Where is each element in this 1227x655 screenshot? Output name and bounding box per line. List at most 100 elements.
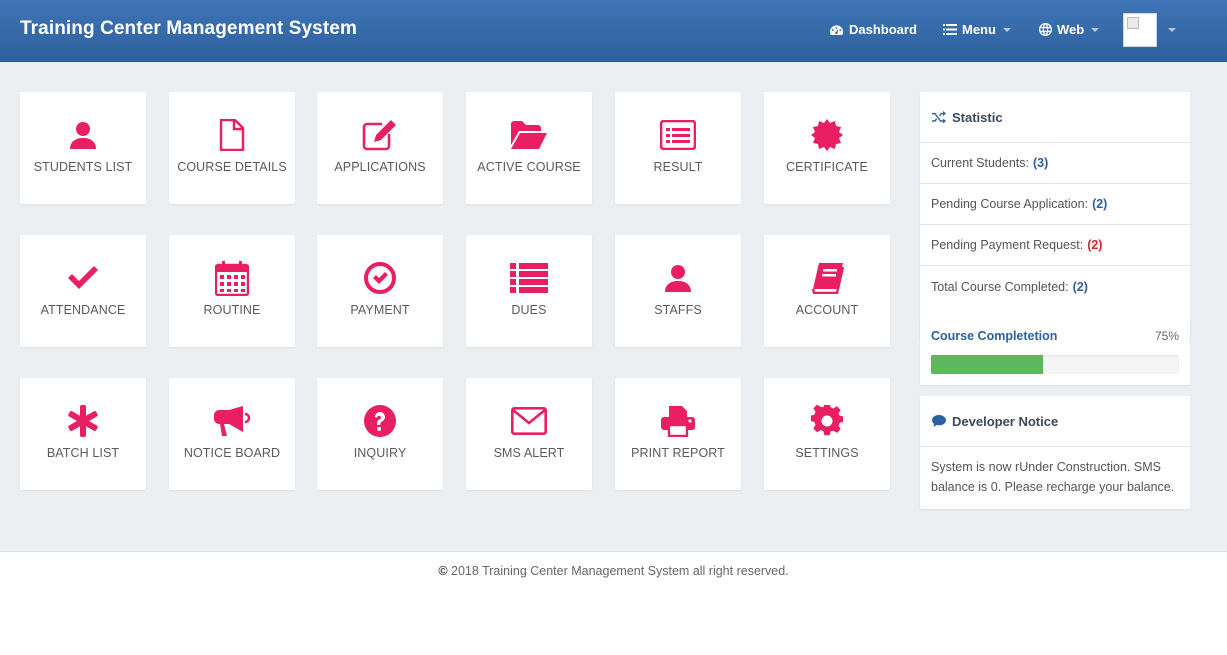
statistic-row: Current Students: (3) [920,143,1190,184]
progress-bar-fill [931,355,1043,374]
developer-notice-title: Developer Notice [952,413,1059,429]
statistic-header: Statistic [920,92,1190,143]
tile-dues[interactable]: DUES [466,235,592,347]
tile-sms-alert[interactable]: SMS ALERT [466,378,592,490]
tile-label: COURSE DETAILS [177,160,287,174]
statistic-row: Pending Payment Request: (2) [920,225,1190,266]
gear-icon [811,404,843,438]
list-icon [943,24,957,35]
tile-label: ACTIVE COURSE [477,160,581,174]
certificate-icon [811,118,843,152]
user-icon [663,261,693,295]
developer-notice-header: Developer Notice [920,396,1190,447]
statistic-value: (3) [1032,156,1049,170]
tile-notice-board[interactable]: NOTICE BOARD [169,378,295,490]
nav-web-label: Web [1057,22,1085,37]
tile-label: STAFFS [654,303,702,317]
footer-divider [0,551,1227,552]
nav-web[interactable]: Web [1039,22,1100,37]
statistic-label: Total Course Completed: [931,279,1069,294]
statistic-label: Pending Payment Request: [931,238,1084,252]
tile-batch-list[interactable]: BATCH LIST [20,378,146,490]
tile-label: ACCOUNT [795,303,859,317]
book-icon [810,261,844,295]
tile-label: APPLICATIONS [334,160,426,174]
list-icon [510,261,548,295]
nav-dashboard-label: Dashboard [849,22,917,37]
tile-staffs[interactable]: STAFFS [615,235,741,347]
statistic-row: Total Course Completed: (2) [920,266,1190,307]
statistic-value: (2) [1087,238,1103,252]
tile-settings[interactable]: SETTINGS [764,378,890,490]
avatar-dropdown-caret[interactable] [1168,28,1176,32]
statistic-value: (2) [1092,197,1108,211]
tile-payment[interactable]: PAYMENT [317,235,443,347]
footer: © 2018 Training Center Management System… [0,564,1227,578]
bullhorn-icon [213,404,251,438]
broken-image-icon [1127,17,1139,29]
list-alt-icon [660,118,696,152]
tile-label: BATCH LIST [46,446,120,460]
chevron-down-icon [1091,27,1100,32]
progress-track [931,355,1179,374]
edit-icon [362,118,398,152]
envelope-icon [511,404,547,438]
course-completion-panel: Course Completetion 75% [920,318,1190,385]
tile-account[interactable]: ACCOUNT [764,235,890,347]
check-circle-icon [364,261,396,295]
tile-attendance[interactable]: ATTENDANCE [20,235,146,347]
dashboard-icon [829,24,844,35]
tile-applications[interactable]: APPLICATIONS [317,92,443,204]
statistic-row: Pending Course Application: (2) [920,184,1190,225]
question-circle-icon [364,404,396,438]
tile-result[interactable]: RESULT [615,92,741,204]
tile-label: PAYMENT [350,303,410,317]
user-avatar[interactable] [1123,13,1157,47]
course-completion-title: Course Completetion [931,329,1058,343]
tile-label: NOTICE BOARD [183,446,281,460]
tile-label: SMS ALERT [493,446,565,460]
tile-label: PRINT REPORT [631,446,725,460]
course-completion-percent: 75% [1154,329,1179,343]
comment-icon [932,415,946,427]
developer-notice-text: System is now rUnder Construction. SMS b… [931,460,1175,494]
tile-certificate[interactable]: CERTIFICATE [764,92,890,204]
tile-label: ROUTINE [203,303,261,317]
statistic-value: (2) [1072,279,1088,294]
asterisk-icon [67,404,99,438]
tile-inquiry[interactable]: INQUIRY [317,378,443,490]
tile-course-details[interactable]: COURSE DETAILS [169,92,295,204]
file-icon [219,118,245,152]
copyright-symbol: © [438,564,448,578]
statistic-panel: Statistic Current Students: (3) Pending Co… [920,92,1190,338]
statistic-label: Pending Course Application: [931,197,1089,211]
statistic-label: Current Students: [931,156,1029,170]
app-title[interactable]: Training Center Management System [20,18,357,40]
statistic-title: Statistic [952,109,1003,125]
calendar-icon [215,261,249,296]
tile-label: DUES [511,303,547,317]
tile-label: ATTENDANCE [40,303,126,317]
folder-open-icon [510,118,548,152]
statistic-list: Current Students: (3) Pending Course Appli… [920,143,1190,307]
tile-label: CERTIFICATE [786,160,868,174]
tile-routine[interactable]: ROUTINE [169,235,295,347]
nav-menu[interactable]: Menu [943,22,1011,37]
nav-dashboard[interactable]: Dashboard [829,22,917,37]
tile-label: SETTINGS [795,446,859,460]
globe-icon [1039,23,1052,36]
nav-menu-label: Menu [962,22,996,37]
main-content: STUDENTS LIST COURSE DETAILS APPLICATIONS A… [0,62,1227,551]
random-icon [932,111,946,123]
tile-active-course[interactable]: ACTIVE COURSE [466,92,592,204]
tile-label: STUDENTS LIST [33,160,133,174]
print-icon [660,404,696,438]
chevron-down-icon [1002,27,1011,32]
tile-print-report[interactable]: PRINT REPORT [615,378,741,490]
check-icon [66,261,100,295]
footer-text: 2018 Training Center Management System a… [451,564,789,578]
tile-students-list[interactable]: STUDENTS LIST [20,92,146,204]
top-navbar: Training Center Management System Dashbo… [0,0,1227,62]
tile-label: RESULT [653,160,703,174]
user-icon [68,118,98,152]
